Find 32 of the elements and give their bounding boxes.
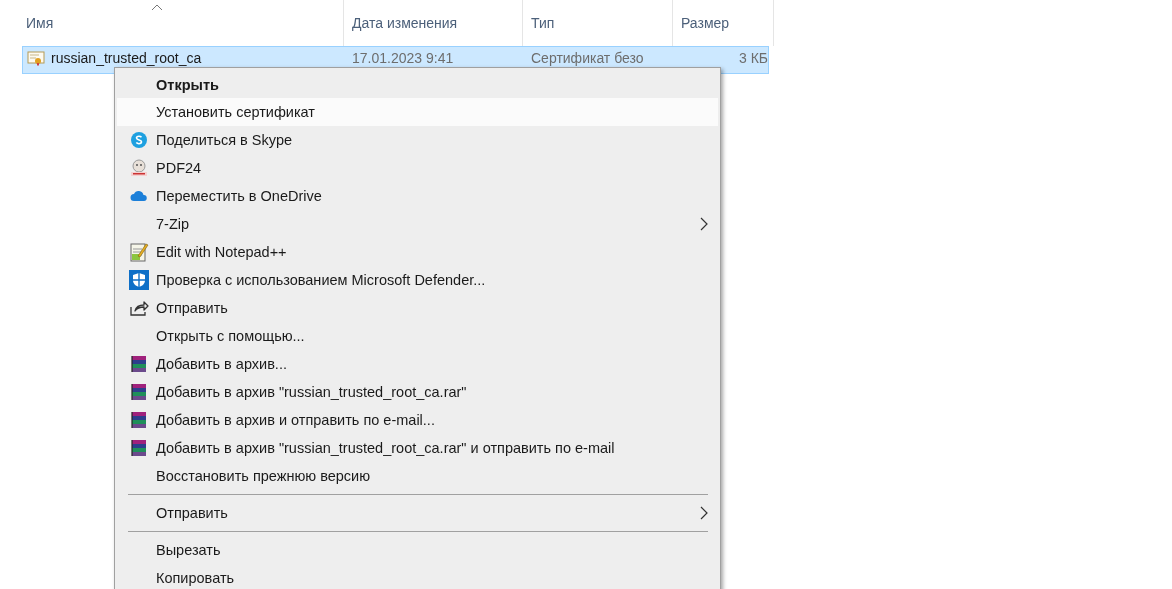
menu-item[interactable]: Отправить (117, 499, 718, 527)
menu-item[interactable]: PDF24 (117, 154, 718, 182)
menu-item[interactable]: Edit with Notepad++ (117, 238, 718, 266)
menu-item[interactable]: Поделиться в Skype (117, 126, 718, 154)
certificate-icon (27, 50, 45, 66)
menu-item[interactable]: Отправить (117, 294, 718, 322)
archive-icon (130, 383, 148, 401)
file-name: russian_trusted_root_ca (51, 50, 202, 66)
file-type: Сертификат безо (531, 50, 644, 66)
menu-item[interactable]: Добавить в архив... (117, 350, 718, 378)
menu-item[interactable]: Вырезать (117, 536, 718, 564)
menu-item[interactable]: Копировать (117, 564, 718, 589)
archive-icon (130, 439, 148, 457)
cloud-icon (130, 190, 148, 202)
menu-item[interactable]: Добавить в архив "russian_trusted_root_ca.rar" (117, 378, 718, 406)
menu-item[interactable]: Восстановить прежнюю версию (117, 462, 718, 490)
menu-item[interactable]: Проверка с использованием Microsoft Defender... (117, 266, 718, 294)
shield-icon (129, 270, 149, 290)
menu-item[interactable]: Открыть с помощью... (117, 322, 718, 350)
file-date: 17.01.2023 9:41 (352, 50, 454, 66)
share-icon (129, 299, 149, 317)
skype-icon (130, 131, 148, 149)
menu-item[interactable]: Добавить в архив "russian_trusted_root_ca.rar" и отправить по e-mail (117, 434, 718, 462)
menu-item[interactable]: Добавить в архив и отправить по e-mail... (117, 406, 718, 434)
archive-icon (130, 411, 148, 429)
menu-item[interactable]: Установить сертификат (117, 98, 718, 126)
archive-icon (130, 355, 148, 373)
menu-item[interactable]: Переместить в OneDrive (117, 182, 718, 210)
menu-item[interactable]: 7-Zip (117, 210, 718, 238)
menu-item[interactable]: Открыть (117, 72, 718, 98)
notepad-icon (129, 242, 149, 262)
file-size: 3 КБ (738, 50, 768, 66)
